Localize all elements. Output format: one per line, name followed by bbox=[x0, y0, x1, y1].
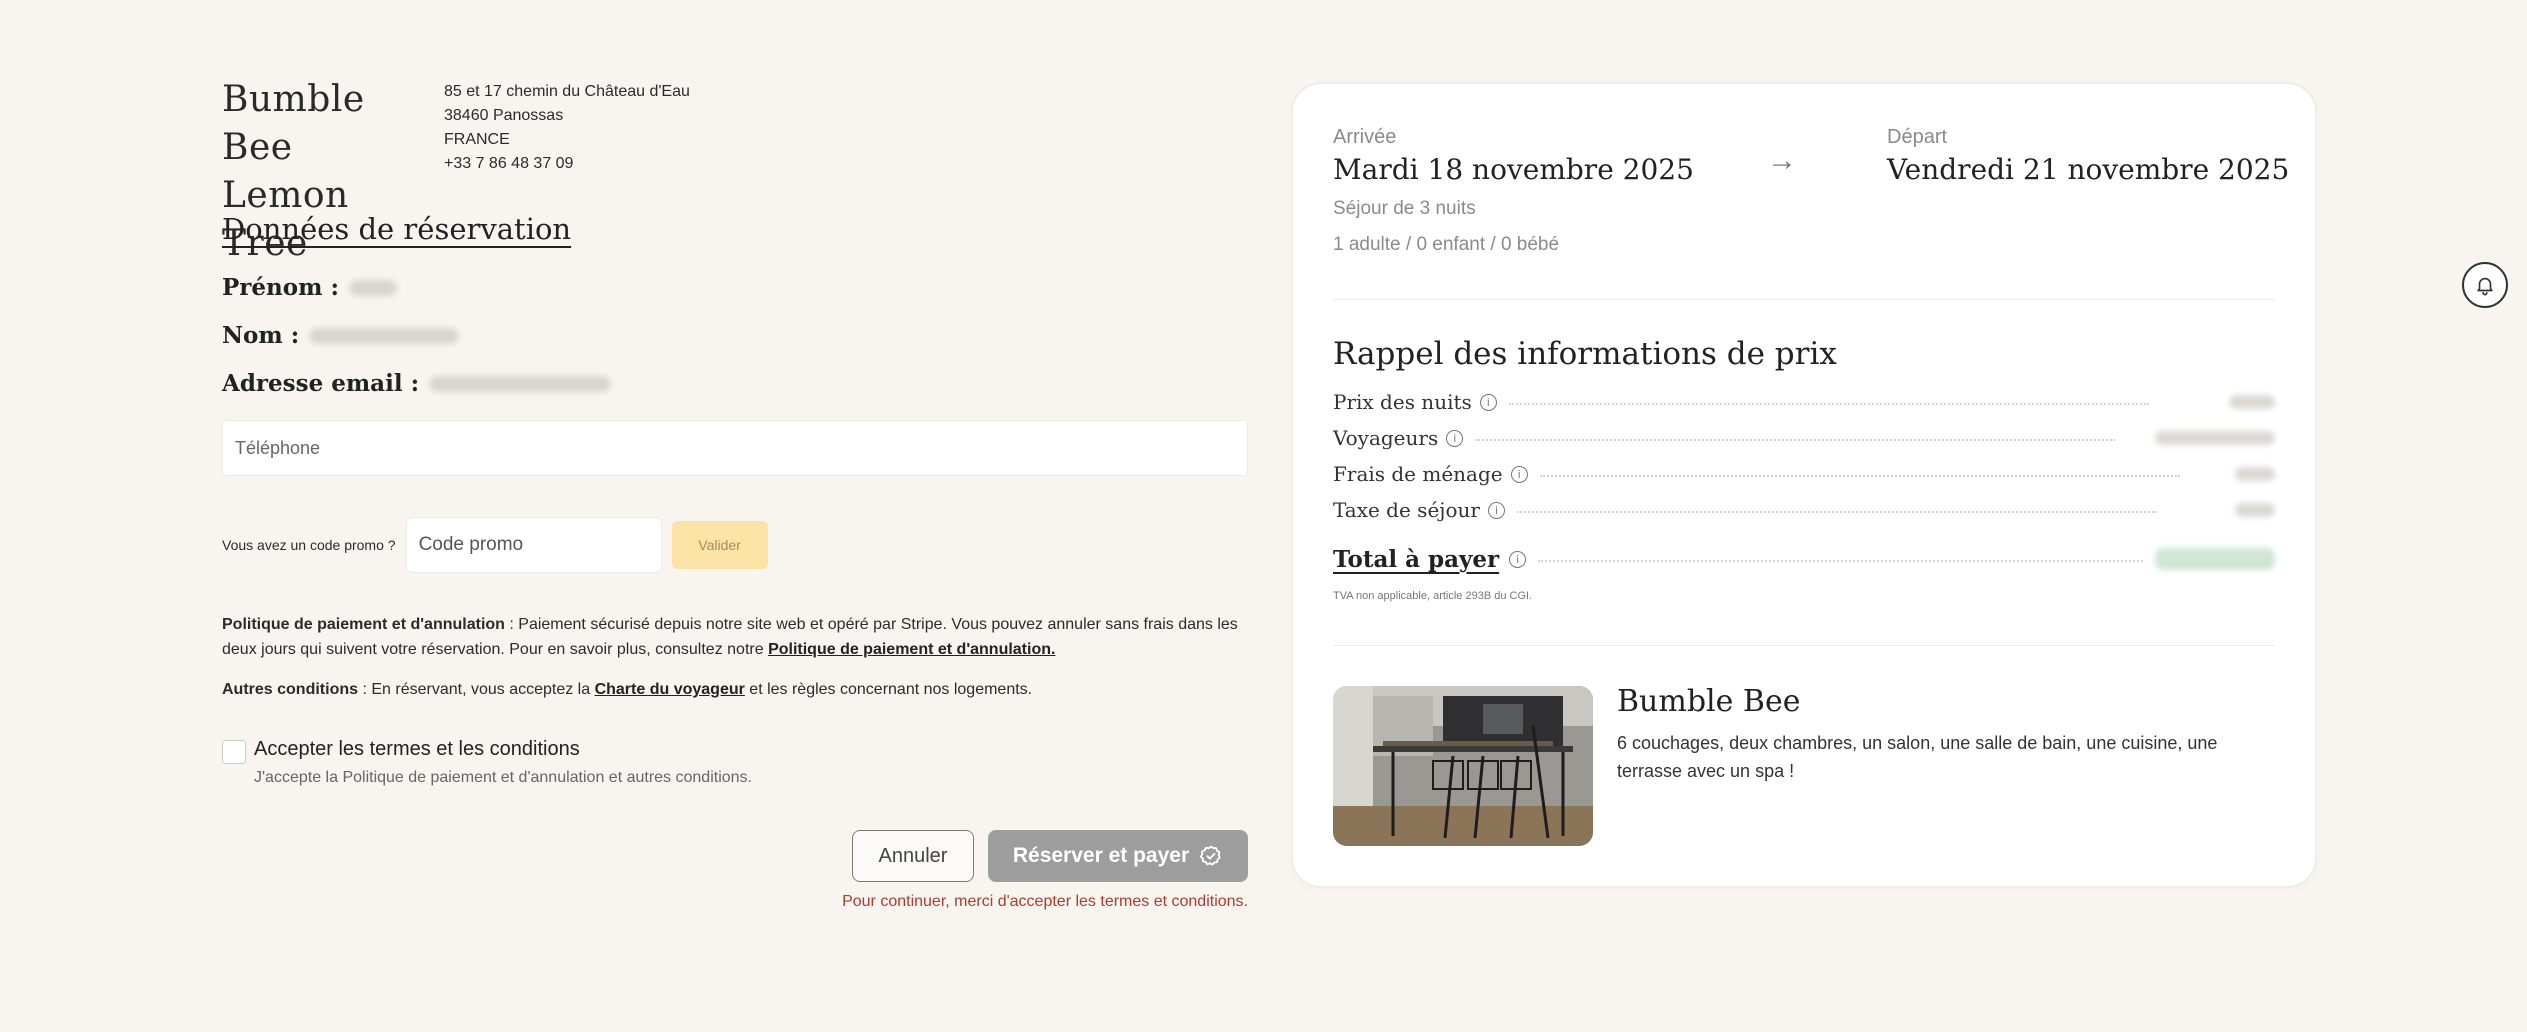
price-value-redacted bbox=[2235, 503, 2275, 517]
price-row-tourist-tax: Taxe de séjour i bbox=[1333, 496, 2275, 524]
policy-link[interactable]: Politique de paiement et d'annulation. bbox=[768, 641, 1055, 658]
pay-button-label: Réserver et payer bbox=[1012, 844, 1190, 867]
dotted-leader bbox=[1539, 475, 2180, 477]
conditions-title: Autres conditions bbox=[222, 681, 359, 698]
total-label: Total à payer bbox=[1333, 545, 1500, 573]
price-row-total: Total à payer i bbox=[1333, 542, 2275, 576]
stay-dates: Arrivée Mardi 18 novembre 2025 → Départ … bbox=[1333, 126, 2289, 196]
info-icon[interactable]: i bbox=[1446, 429, 1464, 447]
lastname-value-redacted bbox=[309, 327, 460, 344]
info-icon[interactable]: i bbox=[1479, 393, 1497, 411]
conditions-text-end: et les règles concernant nos logements. bbox=[744, 681, 1033, 698]
guest-count: 1 adulte / 0 enfant / 0 bébé bbox=[1333, 234, 1560, 255]
property-description: 6 couchages, deux chambres, un salon, un… bbox=[1617, 733, 2218, 781]
promo-label: Vous avez un code promo ? bbox=[222, 537, 396, 553]
phone-input[interactable]: Téléphone bbox=[222, 420, 1248, 476]
price-summary-title: Rappel des informations de prix bbox=[1333, 336, 1837, 372]
notifications-button[interactable] bbox=[2462, 262, 2508, 308]
brand-address: 85 et 17 chemin du Château d'Eau 38460 P… bbox=[444, 76, 690, 176]
info-icon[interactable]: i bbox=[1510, 465, 1528, 483]
terms-checkbox[interactable] bbox=[222, 740, 246, 764]
payment-policy: Politique de paiement et d'annulation : … bbox=[222, 612, 1248, 662]
terms-description: J'accepte la Politique de paiement et d'… bbox=[254, 769, 752, 786]
dotted-leader bbox=[1538, 560, 2143, 562]
arrival-date: Mardi 18 novembre 2025 bbox=[1333, 153, 1694, 186]
address-line: 85 et 17 chemin du Château d'Eau bbox=[444, 83, 690, 100]
property-photo-illustration bbox=[1333, 686, 1593, 846]
lastname-label: Nom : bbox=[222, 322, 300, 349]
email-value-redacted bbox=[429, 375, 612, 392]
address-line: 38460 Panossas bbox=[444, 107, 564, 124]
divider bbox=[1333, 299, 2275, 300]
email-label: Adresse email : bbox=[222, 370, 420, 397]
booking-summary-card: Arrivée Mardi 18 novembre 2025 → Départ … bbox=[1293, 84, 2315, 886]
promo-row: Vous avez un code promo ? Code promo Val… bbox=[222, 517, 768, 573]
traveler-charter-link[interactable]: Charte du voyageur bbox=[595, 681, 745, 698]
reservation-title: Données de réservation bbox=[222, 212, 572, 246]
property-photo bbox=[1333, 686, 1593, 846]
brand-name-line1: Bumble Bee bbox=[222, 79, 365, 168]
terms-error-message: Pour continuer, merci d'accepter les ter… bbox=[842, 893, 1248, 910]
bell-icon bbox=[2477, 277, 2493, 296]
promo-code-input[interactable]: Code promo bbox=[405, 517, 662, 573]
departure-block: Départ Vendredi 21 novembre 2025 bbox=[1887, 126, 2289, 186]
departure-label: Départ bbox=[1887, 126, 1948, 148]
firstname-value-redacted bbox=[348, 279, 397, 296]
arrival-block: Arrivée Mardi 18 novembre 2025 bbox=[1333, 126, 1694, 186]
reservation-form: Bumble Bee Lemon Tree 85 et 17 chemin du… bbox=[222, 76, 1248, 910]
price-label: Frais de ménage bbox=[1333, 462, 1503, 486]
firstname-label: Prénom : bbox=[222, 274, 339, 301]
firstname-row: Prénom : bbox=[222, 274, 397, 301]
departure-date: Vendredi 21 novembre 2025 bbox=[1887, 153, 2290, 186]
address-phone: +33 7 86 48 37 09 bbox=[444, 155, 574, 172]
dotted-leader bbox=[1508, 403, 2149, 405]
vat-note: TVA non applicable, article 293B du CGI. bbox=[1333, 590, 1533, 602]
other-conditions: Autres conditions : En réservant, vous a… bbox=[222, 677, 1248, 702]
promo-validate-button[interactable]: Valider bbox=[671, 521, 768, 569]
conditions-text: : En réservant, vous acceptez la bbox=[358, 681, 595, 698]
policy-title: Politique de paiement et d'annulation bbox=[222, 616, 505, 633]
dotted-leader bbox=[1516, 511, 2157, 513]
price-value-redacted bbox=[2155, 431, 2275, 445]
verified-badge-icon bbox=[1200, 845, 1221, 866]
total-value-redacted bbox=[2155, 548, 2275, 570]
price-row-cleaning: Frais de ménage i bbox=[1333, 460, 2275, 488]
terms-label[interactable]: Accepter les termes et les conditions bbox=[254, 738, 580, 761]
price-label: Voyageurs bbox=[1333, 426, 1439, 450]
dotted-leader bbox=[1475, 439, 2116, 441]
price-row-nights: Prix des nuits i bbox=[1333, 388, 2275, 416]
divider bbox=[1333, 645, 2275, 646]
cancel-button[interactable]: Annuler bbox=[852, 830, 974, 882]
book-and-pay-button[interactable]: Réserver et payer bbox=[988, 830, 1248, 882]
arrival-label: Arrivée bbox=[1333, 126, 1397, 148]
price-label: Taxe de séjour bbox=[1333, 498, 1480, 522]
info-icon[interactable]: i bbox=[1487, 501, 1505, 519]
email-row: Adresse email : bbox=[222, 370, 612, 397]
price-row-travelers: Voyageurs i bbox=[1333, 424, 2275, 452]
info-icon[interactable]: i bbox=[1509, 550, 1527, 568]
arrow-right-icon: → bbox=[1767, 144, 1797, 177]
price-label: Prix des nuits bbox=[1333, 390, 1472, 414]
stay-length: Séjour de 3 nuits bbox=[1333, 198, 1476, 219]
price-value-redacted bbox=[2235, 467, 2275, 481]
lastname-row: Nom : bbox=[222, 322, 460, 349]
price-value-redacted bbox=[2229, 395, 2275, 409]
property-name: Bumble Bee bbox=[1617, 684, 1801, 719]
address-line: FRANCE bbox=[444, 131, 510, 148]
